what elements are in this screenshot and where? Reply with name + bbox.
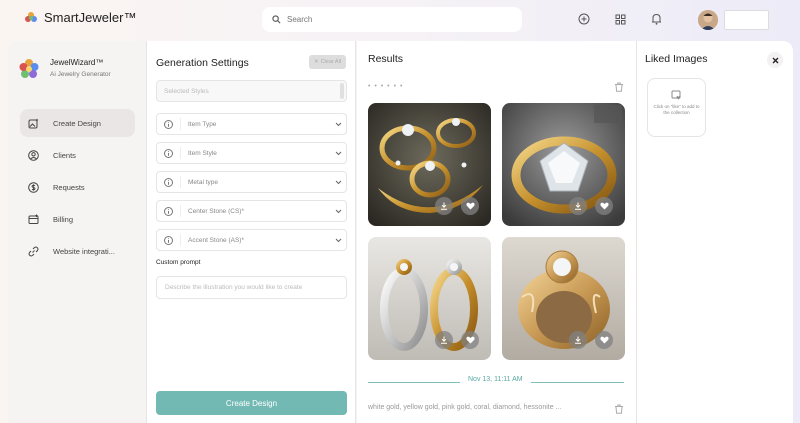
results-panel: Results • • • • • • Nov 13, 11:11 AM whi… [357,41,637,423]
chevron-down-icon [330,122,346,127]
chevron-down-icon [330,238,346,243]
selected-styles-field[interactable]: Selected Styles [156,80,347,102]
chevron-down-icon [330,151,346,156]
grid-icon[interactable] [613,12,627,26]
item-type-label: Item Type [188,120,217,128]
info-icon[interactable] [157,118,181,130]
add-circle-icon[interactable] [577,12,591,26]
sparkle-image-icon [28,118,39,128]
sidebar-item-clients[interactable]: Clients [20,141,135,169]
trash-icon[interactable] [614,82,624,92]
dollar-circle-icon [28,181,39,193]
download-icon[interactable] [435,197,453,215]
clear-all-label: Clear All [320,59,342,65]
clear-all-button[interactable]: ✕ Clear All [309,55,346,69]
liked-placeholder-card: Click on "like" to add to the collection [647,78,706,137]
info-icon[interactable] [157,176,181,188]
metal-type-label: Metal type [188,178,218,186]
settings-title: Generation Settings [156,57,249,69]
sidebar-item-label: Create Design [53,118,101,128]
info-icon[interactable] [157,205,181,217]
item-type-select[interactable]: Item Type [156,113,347,135]
app-subtitle: Ai Jewelry Generator [50,71,111,78]
brand-name: SmartJeweler™ [44,10,137,25]
results-title: Results [368,53,404,65]
accent-stone-label: Accent Stone (AS)* [188,236,244,244]
brand[interactable]: SmartJeweler™ [24,10,136,25]
sidebar: JewelWizard™ Ai Jewelry Generator Create… [8,41,147,423]
search-input[interactable] [287,15,507,24]
profile-box[interactable] [724,10,769,30]
close-button[interactable] [767,52,783,68]
search-bar[interactable] [262,7,522,32]
liked-collection-icon [671,90,681,100]
brand-logo-icon [25,11,37,22]
item-style-select[interactable]: Item Style [156,142,347,164]
sidebar-item-website-integration[interactable]: Website integrati... [20,237,135,265]
custom-prompt-label: Custom prompt [156,259,201,266]
liked-title: Liked Images [645,53,708,65]
heart-icon[interactable] [595,197,613,215]
result-image[interactable] [368,237,491,360]
chevron-down-icon [330,209,346,214]
link-icon [28,246,39,256]
download-icon[interactable] [569,197,587,215]
jewelwizard-logo-icon [19,59,39,78]
result-image[interactable] [368,103,491,226]
loading-dots: • • • • • • [368,83,404,90]
billing-icon [28,214,39,224]
chevron-down-icon [330,180,346,185]
bell-icon[interactable] [649,12,663,26]
item-style-label: Item Style [188,149,217,157]
result-image[interactable] [502,103,625,226]
close-icon [772,57,778,63]
sidebar-item-billing[interactable]: Billing [20,205,135,233]
avatar[interactable] [698,10,718,30]
search-icon [272,15,281,24]
custom-prompt-placeholder: Describe the illustration you would like… [165,284,303,291]
custom-prompt-input[interactable]: Describe the illustration you would like… [156,276,347,299]
sidebar-item-requests[interactable]: Requests [20,173,135,201]
heart-icon[interactable] [595,331,613,349]
heart-icon[interactable] [461,197,479,215]
center-stone-select[interactable]: Center Stone (CS)* [156,200,347,222]
result-image[interactable] [502,237,625,360]
metal-type-select[interactable]: Metal type [156,171,347,193]
generation-date: Nov 13, 11:11 AM [460,376,531,383]
accent-stone-select[interactable]: Accent Stone (AS)* [156,229,347,251]
generation-settings-panel: Generation Settings ✕ Clear All Selected… [147,41,356,423]
trash-icon[interactable] [614,404,624,414]
liked-images-panel: Liked Images Click on "like" to add to t… [637,41,793,423]
download-icon[interactable] [435,331,453,349]
liked-empty-message: Click on "like" to add to the collection [653,104,700,115]
create-design-button[interactable]: Create Design [156,391,347,415]
sidebar-item-label: Clients [53,150,76,160]
sidebar-item-label: Requests [53,182,85,192]
sidebar-item-label: Website integrati... [53,246,115,256]
center-stone-label: Center Stone (CS)* [188,207,244,215]
top-bar: SmartJeweler™ [0,0,800,40]
user-circle-icon [28,149,39,161]
close-icon: ✕ [313,59,319,65]
download-icon[interactable] [569,331,587,349]
selected-styles-placeholder: Selected Styles [164,87,209,95]
sidebar-item-label: Billing [53,214,74,224]
app-name: JewelWizard™ [50,58,104,67]
info-icon[interactable] [157,234,181,246]
info-icon[interactable] [157,147,181,159]
heart-icon[interactable] [461,331,479,349]
sidebar-item-create-design[interactable]: Create Design [20,109,135,137]
generation-tags: white gold, yellow gold, pink gold, cora… [368,404,562,411]
